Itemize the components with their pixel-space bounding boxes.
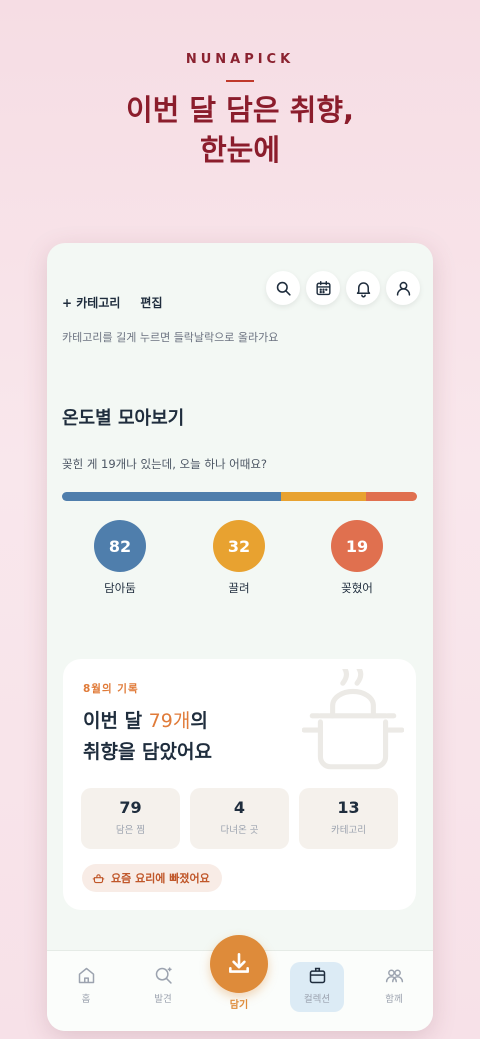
category-actions: + 카테고리 편집 — [62, 294, 163, 311]
card-title-line-1: 이번 달 79개의 — [83, 706, 212, 737]
mini-stat-value: 79 — [119, 798, 142, 817]
mini-stat-label: 담은 찜 — [115, 825, 146, 836]
card-title-line-2: 취향을 담았어요 — [83, 741, 212, 763]
brand-name: NUNAPICK — [185, 52, 295, 67]
nav-item-collection[interactable]: 컬렉션 — [287, 965, 347, 1005]
mini-stat-label: 카테고리 — [331, 825, 366, 836]
cooking-pot-icon — [92, 873, 105, 883]
profile-button[interactable] — [386, 271, 420, 305]
header-actions — [266, 271, 420, 305]
card-title-suffix: 의 — [190, 710, 208, 732]
monthly-record-card: 8월의 기록 이번 달 79개의 취향을 담았어요 79 담은 찜 4 다녀온 … — [63, 659, 416, 910]
mini-stat-saved: 79 담은 찜 — [81, 788, 180, 849]
insight-pill-label: 요즘 요리에 빠졌어요 — [111, 872, 210, 885]
discover-icon — [155, 967, 172, 984]
headline-line-1: 이번 달 담은 취향, — [125, 93, 355, 127]
mini-stats: 79 담은 찜 4 다녀온 곳 13 카테고리 — [81, 788, 398, 849]
download-icon — [229, 952, 249, 973]
stat-saved[interactable]: 82 담아둠 — [80, 520, 160, 596]
category-hint: 카테고리를 길게 누르면 들락날락으로 올라가요 — [62, 331, 279, 344]
notification-button[interactable] — [346, 271, 380, 305]
stat-drawn-circle: 32 — [213, 520, 265, 572]
stat-hooked-label: 꽂혔어 — [341, 581, 373, 595]
card-title-prefix: 이번 달 — [83, 710, 149, 732]
stat-drawn-label: 끌려 — [228, 581, 250, 595]
card-eyebrow: 8월의 기록 — [83, 683, 139, 695]
nav-item-together[interactable]: 함께 — [364, 965, 424, 1005]
temperature-subtitle: 꽂힌 게 19개나 있는데, 오늘 하나 어때요? — [62, 457, 268, 471]
save-fab-button[interactable] — [210, 935, 268, 993]
mini-stat-label: 다녀온 곳 — [220, 825, 259, 836]
temperature-bar-segment-2 — [366, 492, 417, 501]
add-category-button[interactable]: + 카테고리 — [62, 294, 120, 311]
temperature-bar-segment-1 — [280, 492, 367, 501]
stat-saved-label: 담아둠 — [104, 581, 136, 595]
calendar-icon — [315, 280, 331, 295]
mini-stat-visited: 4 다녀온 곳 — [190, 788, 289, 849]
home-icon — [78, 967, 94, 984]
stat-drawn[interactable]: 32 끌려 — [199, 520, 279, 596]
nav-item-collection-label: 컬렉션 — [303, 994, 331, 1005]
mini-stat-value: 13 — [337, 798, 360, 817]
bell-icon — [356, 281, 370, 297]
search-icon — [276, 281, 291, 296]
stat-hooked[interactable]: 19 꽂혔어 — [317, 520, 397, 596]
collection-icon — [309, 967, 325, 984]
temperature-bar — [62, 492, 417, 501]
nav-item-discover-label: 발견 — [154, 994, 172, 1005]
card-title-count: 79개 — [148, 710, 191, 732]
mini-stat-categories: 13 카테고리 — [299, 788, 398, 849]
stat-saved-circle: 82 — [94, 520, 146, 572]
insight-pill[interactable]: 요즘 요리에 빠졌어요 — [82, 864, 222, 892]
save-fab-label: 담기 — [229, 1000, 249, 1011]
card-title: 이번 달 79개의 취향을 담았어요 — [83, 706, 212, 768]
mini-stat-value: 4 — [233, 798, 246, 817]
headline-line-2: 한눈에 — [199, 133, 281, 167]
nav-item-home[interactable]: 홈 — [56, 965, 116, 1005]
nav-item-discover[interactable]: 발견 — [133, 965, 193, 1005]
temperature-bar-segment-0 — [62, 492, 281, 501]
phone-screen: + 카테고리 편집 카테고리를 길게 누르면 들락날락으로 올라가요 온도별 모… — [47, 243, 433, 1031]
headline: 이번 달 담은 취향, 한눈에 — [0, 90, 480, 170]
brand-divider — [226, 80, 254, 82]
nav-item-home-label: 홈 — [81, 994, 91, 1005]
people-icon — [385, 969, 403, 983]
temperature-title: 온도별 모아보기 — [62, 408, 185, 429]
nav-item-together-label: 함께 — [385, 994, 403, 1005]
stat-hooked-circle: 19 — [331, 520, 383, 572]
user-icon — [396, 281, 410, 296]
edit-button[interactable]: 편집 — [140, 294, 162, 311]
pot-icon — [302, 669, 404, 770]
calendar-button[interactable] — [306, 271, 340, 305]
search-button[interactable] — [266, 271, 300, 305]
